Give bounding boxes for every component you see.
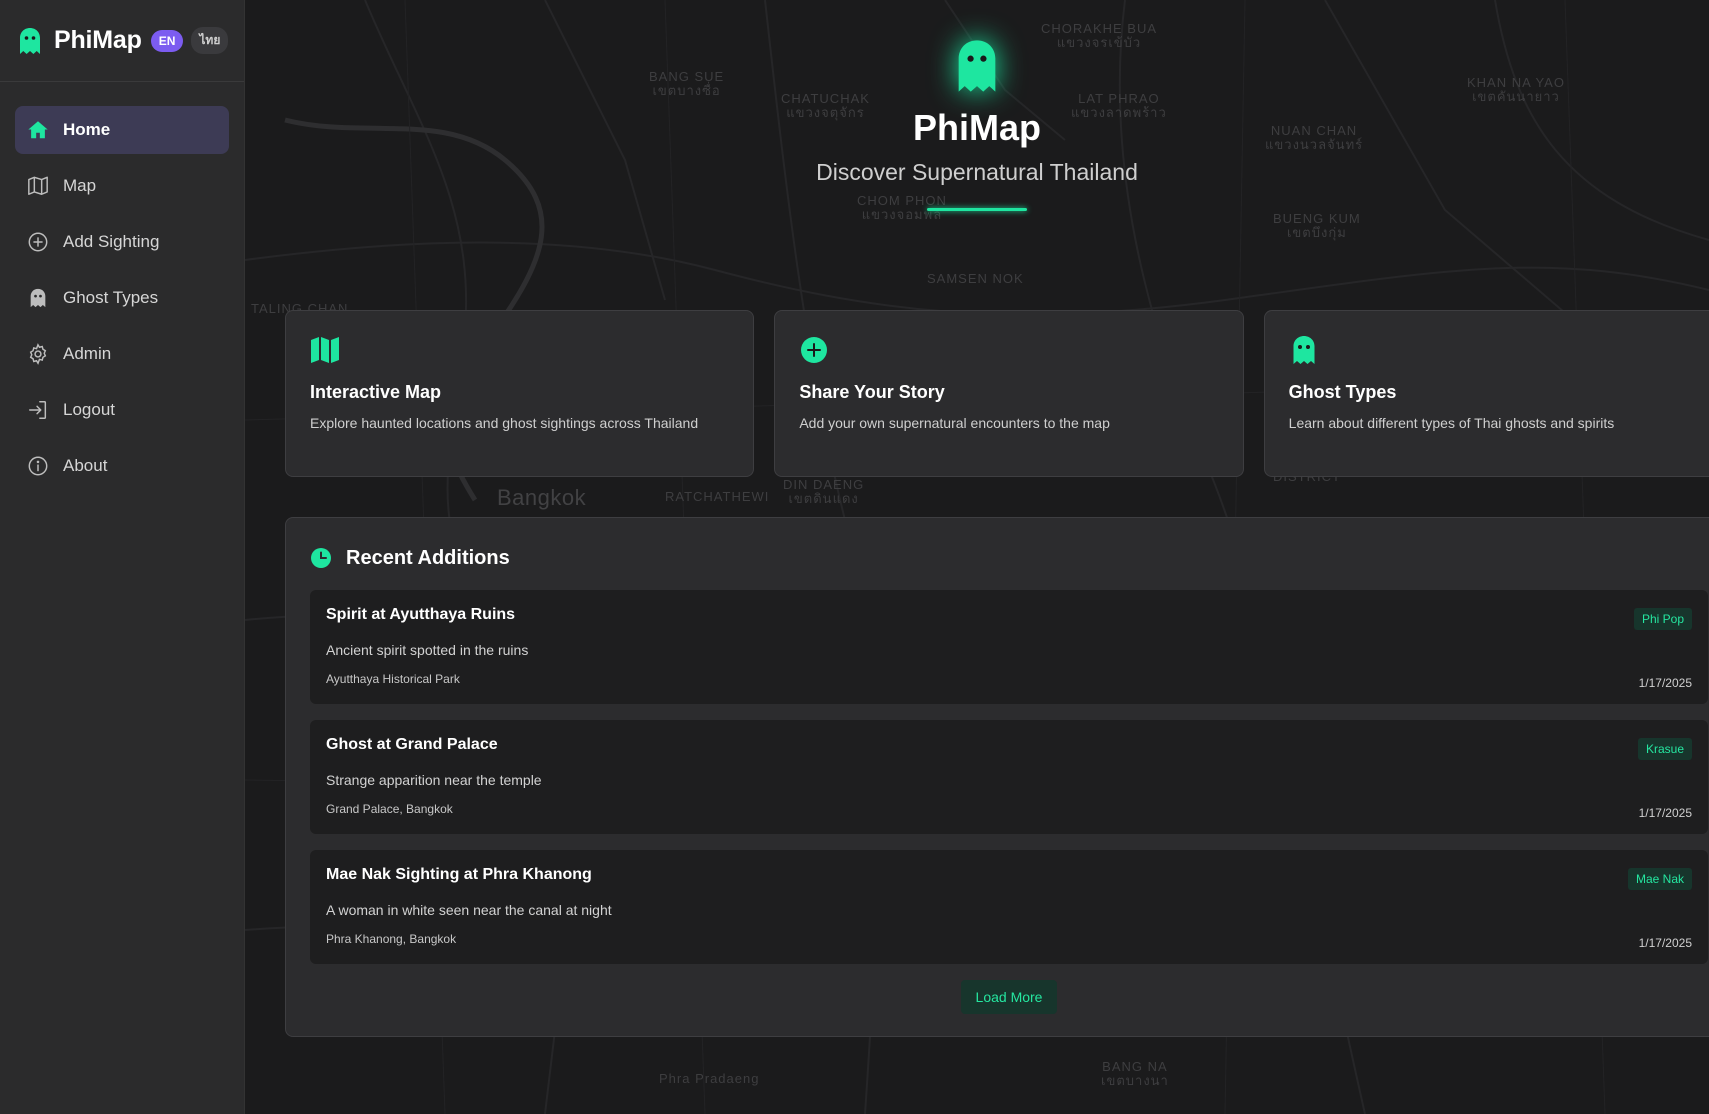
load-more-button[interactable]: Load More bbox=[960, 980, 1058, 1014]
map-label: BANG NA เขตบางนา bbox=[1101, 1059, 1169, 1089]
logout-icon bbox=[29, 401, 47, 419]
recent-additions-panel: Recent Additions Spirit at Ayutthaya Rui… bbox=[285, 517, 1709, 1037]
home-icon bbox=[28, 121, 48, 139]
map-label: BUENG KUM เขตบึงกุ่ม bbox=[1273, 211, 1361, 241]
sighting-title: Spirit at Ayutthaya Ruins bbox=[326, 606, 516, 623]
feature-card-share-story[interactable]: Share Your Story Add your own supernatur… bbox=[774, 310, 1244, 477]
feature-desc: Explore haunted locations and ghost sigh… bbox=[310, 415, 699, 431]
sidebar-item-home[interactable]: Home bbox=[15, 106, 229, 154]
lang-en-button[interactable]: EN bbox=[150, 29, 184, 52]
sighting-date: 1/17/2025 bbox=[1638, 806, 1692, 820]
feature-desc: Add your own supernatural encounters to … bbox=[799, 415, 1110, 431]
sidebar-item-label: Admin bbox=[63, 344, 112, 363]
ghost-icon bbox=[1293, 336, 1315, 364]
hero-title: PhiMap bbox=[912, 107, 1041, 148]
sighting-desc: A woman in white seen near the canal at … bbox=[326, 902, 612, 918]
sighting-desc: Ancient spirit spotted in the ruins bbox=[326, 642, 529, 658]
ghost-logo-icon bbox=[958, 40, 996, 92]
sidebar: PhiMap EN ไทย Home Map Add Sighting Ghos… bbox=[0, 0, 245, 1114]
info-icon bbox=[28, 456, 48, 476]
map-label: Phra Pradaeng bbox=[659, 1071, 760, 1086]
hero-divider bbox=[927, 208, 1027, 211]
map-label: RATCHATHEWI bbox=[665, 489, 770, 504]
sidebar-item-add-sighting[interactable]: Add Sighting bbox=[15, 218, 229, 266]
sighting-date: 1/17/2025 bbox=[1638, 676, 1692, 690]
feature-cards: Interactive Map Explore haunted location… bbox=[285, 310, 1709, 477]
recent-title: Recent Additions bbox=[346, 546, 510, 569]
sidebar-item-label: Ghost Types bbox=[63, 288, 159, 307]
plus-circle-icon bbox=[28, 232, 48, 252]
sidebar-item-label: Add Sighting bbox=[63, 232, 160, 251]
hero: PhiMap Discover Supernatural Thailand bbox=[245, 38, 1709, 211]
map-icon bbox=[28, 176, 48, 195]
sidebar-item-about[interactable]: About bbox=[15, 442, 229, 490]
feature-title: Share Your Story bbox=[799, 382, 945, 402]
brand-header: PhiMap EN ไทย bbox=[0, 0, 244, 82]
sidebar-item-admin[interactable]: Admin bbox=[15, 330, 229, 378]
sighting-date: 1/17/2025 bbox=[1638, 936, 1692, 950]
sighting-card[interactable]: Mae Nak Sighting at Phra Khanong A woman… bbox=[310, 850, 1708, 964]
feature-desc: Learn about different types of Thai ghos… bbox=[1288, 415, 1615, 431]
map-label: DIN DAENG เขตดินแดง bbox=[783, 477, 865, 507]
brand-title: PhiMap bbox=[54, 26, 142, 54]
lang-th-button[interactable]: ไทย bbox=[191, 27, 229, 54]
sidebar-item-ghost-types[interactable]: Ghost Types bbox=[15, 274, 229, 322]
ghost-icon bbox=[30, 288, 46, 308]
map-icon bbox=[311, 337, 339, 363]
recent-header: Recent Additions bbox=[310, 542, 1708, 574]
sighting-location: Ayutthaya Historical Park bbox=[326, 672, 460, 686]
sighting-card[interactable]: Spirit at Ayutthaya Ruins Ancient spirit… bbox=[310, 590, 1708, 704]
plus-circle-icon bbox=[801, 337, 828, 363]
ghost-type-badge: Phi Pop bbox=[1633, 608, 1692, 630]
sidebar-item-label: About bbox=[63, 456, 108, 475]
ghost-type-badge: Krasue bbox=[1637, 738, 1692, 760]
clock-icon bbox=[311, 548, 331, 568]
feature-card-ghost-types[interactable]: Ghost Types Learn about different types … bbox=[1263, 310, 1709, 477]
sidebar-item-map[interactable]: Map bbox=[15, 162, 229, 210]
main-content: CHORAKHE BUA แขวงจรเข้บัว BANG SUE เขตบางซ… bbox=[245, 0, 1709, 1114]
map-label: SAMSEN NOK bbox=[927, 271, 1024, 286]
feature-card-interactive-map[interactable]: Interactive Map Explore haunted location… bbox=[285, 310, 755, 477]
app-root: PhiMap EN ไทย Home Map Add Sighting Ghos… bbox=[0, 0, 1709, 1114]
feature-title: Ghost Types bbox=[1288, 382, 1397, 402]
sighting-card[interactable]: Ghost at Grand Palace Strange apparition… bbox=[310, 720, 1708, 834]
sighting-location: Grand Palace, Bangkok bbox=[326, 802, 453, 816]
sighting-title: Mae Nak Sighting at Phra Khanong bbox=[326, 866, 592, 883]
ghost-logo-icon bbox=[20, 27, 40, 54]
sidebar-nav: Home Map Add Sighting Ghost Types Admin … bbox=[0, 82, 244, 522]
sidebar-item-logout[interactable]: Logout bbox=[15, 386, 229, 434]
ghost-type-badge: Mae Nak bbox=[1627, 868, 1692, 890]
gear-icon bbox=[29, 343, 47, 365]
sighting-title: Ghost at Grand Palace bbox=[326, 736, 498, 753]
hero-subtitle: Discover Supernatural Thailand bbox=[816, 159, 1138, 185]
sighting-desc: Strange apparition near the temple bbox=[326, 772, 542, 788]
sighting-location: Phra Khanong, Bangkok bbox=[326, 932, 457, 946]
sidebar-item-label: Map bbox=[63, 176, 97, 195]
feature-title: Interactive Map bbox=[310, 382, 442, 402]
sidebar-item-label: Home bbox=[63, 120, 111, 139]
map-label: Bangkok bbox=[497, 485, 587, 510]
sidebar-item-label: Logout bbox=[63, 400, 115, 419]
